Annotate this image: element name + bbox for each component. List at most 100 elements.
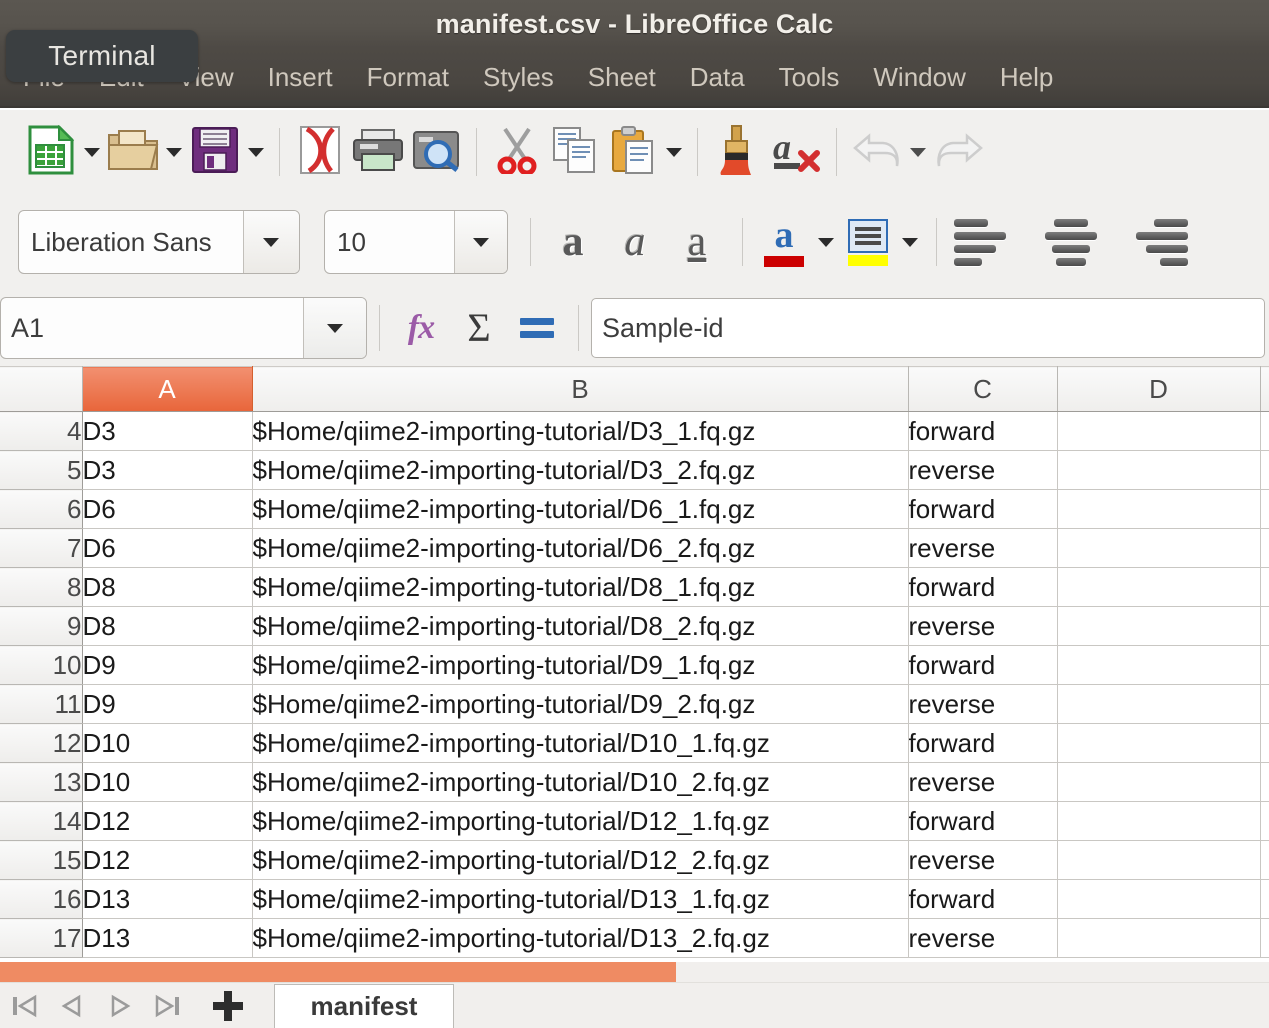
- cell-d8[interactable]: [1057, 567, 1261, 607]
- export-pdf-button[interactable]: [291, 121, 349, 183]
- menu-item-sheet[interactable]: Sheet: [571, 64, 673, 90]
- cell-d6[interactable]: [1057, 489, 1261, 529]
- table-row[interactable]: 5 D3 $Home/qiime2-importing-tutorial/D3_2.…: [0, 450, 1269, 490]
- cell-c9[interactable]: reverse: [908, 606, 1058, 646]
- menu-item-window[interactable]: Window: [856, 64, 982, 90]
- add-sheet-button[interactable]: [200, 983, 256, 1028]
- row-header[interactable]: 5: [0, 450, 83, 490]
- cell-a14[interactable]: D12: [82, 801, 253, 841]
- row-header[interactable]: 6: [0, 489, 83, 529]
- cell-c14[interactable]: forward: [908, 801, 1058, 841]
- new-document-button[interactable]: [22, 121, 80, 183]
- menu-item-insert[interactable]: Insert: [251, 64, 350, 90]
- last-sheet-button[interactable]: [144, 983, 192, 1028]
- cell-b7[interactable]: $Home/qiime2-importing-tutorial/D6_2.fq.…: [252, 528, 909, 568]
- formula-button[interactable]: [508, 297, 566, 359]
- row-header[interactable]: 8: [0, 567, 83, 607]
- cell-d14[interactable]: [1057, 801, 1261, 841]
- name-box[interactable]: A1: [0, 297, 367, 359]
- cell-a13[interactable]: D10: [82, 762, 253, 802]
- cell-b6[interactable]: $Home/qiime2-importing-tutorial/D6_1.fq.…: [252, 489, 909, 529]
- menu-item-format[interactable]: Format: [350, 64, 466, 90]
- cell-b14[interactable]: $Home/qiime2-importing-tutorial/D12_1.fq…: [252, 801, 909, 841]
- column-header-d[interactable]: D: [1057, 366, 1261, 412]
- cell-c15[interactable]: reverse: [908, 840, 1058, 880]
- cell-d5[interactable]: [1057, 450, 1261, 490]
- table-row[interactable]: 16 D13 $Home/qiime2-importing-tutorial/D13…: [0, 879, 1269, 919]
- cell-a4[interactable]: D3: [82, 411, 253, 451]
- cell-e13[interactable]: [1260, 762, 1269, 802]
- row-header[interactable]: 14: [0, 801, 83, 841]
- redo-button[interactable]: [930, 121, 988, 183]
- row-header[interactable]: 4: [0, 411, 83, 451]
- cell-e7[interactable]: [1260, 528, 1269, 568]
- save-button[interactable]: [186, 121, 244, 183]
- font-size-combobox[interactable]: 10: [324, 210, 508, 274]
- cell-b4[interactable]: $Home/qiime2-importing-tutorial/D3_1.fq.…: [252, 411, 909, 451]
- cell-e15[interactable]: [1260, 840, 1269, 880]
- cell-b5[interactable]: $Home/qiime2-importing-tutorial/D3_2.fq.…: [252, 450, 909, 490]
- cell-e10[interactable]: [1260, 645, 1269, 685]
- cell-d7[interactable]: [1057, 528, 1261, 568]
- cell-e8[interactable]: [1260, 567, 1269, 607]
- save-dropdown[interactable]: [244, 121, 268, 183]
- font-size-dropdown[interactable]: [453, 211, 507, 273]
- font-color-button[interactable]: a: [754, 209, 814, 275]
- select-all-corner[interactable]: [0, 366, 83, 412]
- cell-b8[interactable]: $Home/qiime2-importing-tutorial/D8_1.fq.…: [252, 567, 909, 607]
- cell-a5[interactable]: D3: [82, 450, 253, 490]
- cell-c12[interactable]: forward: [908, 723, 1058, 763]
- cell-e5[interactable]: [1260, 450, 1269, 490]
- cell-b13[interactable]: $Home/qiime2-importing-tutorial/D10_2.fq…: [252, 762, 909, 802]
- row-header[interactable]: 16: [0, 879, 83, 919]
- cell-d13[interactable]: [1057, 762, 1261, 802]
- cell-c5[interactable]: reverse: [908, 450, 1058, 490]
- open-file-dropdown[interactable]: [162, 121, 186, 183]
- cell-b10[interactable]: $Home/qiime2-importing-tutorial/D9_1.fq.…: [252, 645, 909, 685]
- first-sheet-button[interactable]: [0, 983, 48, 1028]
- row-header[interactable]: 9: [0, 606, 83, 646]
- cell-a12[interactable]: D10: [82, 723, 253, 763]
- bold-button[interactable]: a: [542, 209, 604, 275]
- font-name-dropdown[interactable]: [242, 211, 299, 273]
- cell-c10[interactable]: forward: [908, 645, 1058, 685]
- open-file-button[interactable]: [104, 121, 162, 183]
- cell-e11[interactable]: [1260, 684, 1269, 724]
- row-header[interactable]: 11: [0, 684, 83, 724]
- highlight-color-button[interactable]: [838, 209, 898, 275]
- cell-e14[interactable]: [1260, 801, 1269, 841]
- cell-d12[interactable]: [1057, 723, 1261, 763]
- undo-dropdown[interactable]: [906, 121, 930, 183]
- cell-b11[interactable]: $Home/qiime2-importing-tutorial/D9_2.fq.…: [252, 684, 909, 724]
- table-row[interactable]: 9 D8 $Home/qiime2-importing-tutorial/D8_2.…: [0, 606, 1269, 646]
- column-header-e-partial[interactable]: [1260, 366, 1269, 412]
- cell-e12[interactable]: [1260, 723, 1269, 763]
- row-header[interactable]: 12: [0, 723, 83, 763]
- cell-d10[interactable]: [1057, 645, 1261, 685]
- italic-button[interactable]: a: [604, 209, 666, 275]
- table-row[interactable]: 8 D8 $Home/qiime2-importing-tutorial/D8_1.…: [0, 567, 1269, 607]
- paste-dropdown[interactable]: [662, 121, 686, 183]
- paste-button[interactable]: [604, 121, 662, 183]
- previous-sheet-button[interactable]: [48, 983, 96, 1028]
- menu-item-help[interactable]: Help: [983, 64, 1070, 90]
- row-header[interactable]: 13: [0, 762, 83, 802]
- cell-c6[interactable]: forward: [908, 489, 1058, 529]
- menu-item-data[interactable]: Data: [673, 64, 762, 90]
- align-center-button[interactable]: [1036, 209, 1106, 275]
- table-row[interactable]: 17 D13 $Home/qiime2-importing-tutorial/D13…: [0, 918, 1269, 958]
- highlight-color-dropdown[interactable]: [898, 211, 922, 273]
- table-row[interactable]: 13 D10 $Home/qiime2-importing-tutorial/D10…: [0, 762, 1269, 802]
- align-right-button[interactable]: [1124, 209, 1194, 275]
- cell-d15[interactable]: [1057, 840, 1261, 880]
- cell-c7[interactable]: reverse: [908, 528, 1058, 568]
- cell-d9[interactable]: [1057, 606, 1261, 646]
- cell-c17[interactable]: reverse: [908, 918, 1058, 958]
- sum-button[interactable]: Σ: [450, 297, 508, 359]
- cell-b12[interactable]: $Home/qiime2-importing-tutorial/D10_1.fq…: [252, 723, 909, 763]
- cell-c4[interactable]: forward: [908, 411, 1058, 451]
- function-wizard-button[interactable]: fx: [392, 297, 450, 359]
- cell-d17[interactable]: [1057, 918, 1261, 958]
- cell-b16[interactable]: $Home/qiime2-importing-tutorial/D13_1.fq…: [252, 879, 909, 919]
- cell-a11[interactable]: D9: [82, 684, 253, 724]
